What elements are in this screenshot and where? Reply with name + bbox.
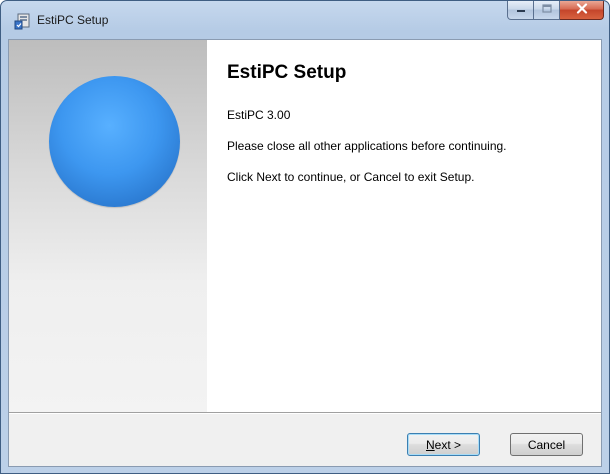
setup-installer-icon bbox=[14, 13, 31, 30]
cancel-button-label: Cancel bbox=[527, 437, 566, 452]
close-apps-text: Please close all other applications befo… bbox=[227, 139, 507, 153]
close-icon bbox=[576, 1, 588, 19]
version-text: EstiPC 3.00 bbox=[227, 108, 291, 122]
minimize-icon bbox=[516, 1, 526, 19]
instructions-text: Click Next to continue, or Cancel to exi… bbox=[227, 170, 475, 184]
close-button[interactable] bbox=[560, 1, 604, 20]
sphere-logo bbox=[49, 76, 180, 207]
cancel-button[interactable]: Cancel bbox=[510, 433, 583, 456]
next-button[interactable]: Next > bbox=[407, 433, 480, 456]
page-heading: EstiPC Setup bbox=[227, 62, 347, 83]
window-title: EstiPC Setup bbox=[37, 13, 109, 27]
maximize-button[interactable] bbox=[534, 1, 560, 20]
button-separator bbox=[9, 412, 601, 414]
caption-buttons bbox=[507, 1, 604, 21]
minimize-button[interactable] bbox=[507, 1, 534, 20]
next-button-label: Next > bbox=[426, 438, 461, 452]
setup-window: EstiPC Setup EstiPC Setup EstiPC 3.00 Pl… bbox=[0, 0, 610, 474]
next-mnemonic: N bbox=[425, 437, 435, 452]
title-bar[interactable]: EstiPC Setup bbox=[1, 1, 609, 38]
wizard-banner bbox=[9, 40, 207, 412]
setup-client-area: EstiPC Setup EstiPC 3.00 Please close al… bbox=[8, 39, 602, 467]
next-label-rest: ext > bbox=[434, 437, 462, 452]
maximize-icon bbox=[541, 1, 552, 19]
welcome-page: EstiPC Setup EstiPC 3.00 Please close al… bbox=[207, 40, 601, 412]
